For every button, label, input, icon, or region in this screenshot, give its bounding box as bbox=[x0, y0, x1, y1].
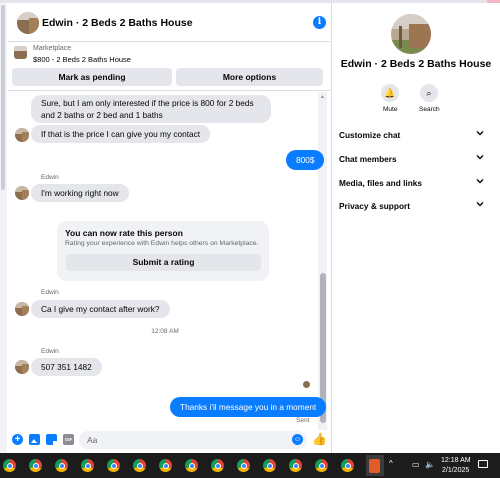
mute-button[interactable]: 🔔 bbox=[381, 84, 399, 102]
row-label: Media, files and links bbox=[339, 178, 422, 188]
avatar-post bbox=[399, 26, 402, 48]
chrome-icon[interactable] bbox=[185, 459, 198, 472]
chrome-icon[interactable] bbox=[55, 459, 68, 472]
chevron-down-icon bbox=[476, 202, 484, 207]
sent-status: Sent bbox=[296, 417, 310, 424]
row-label: Chat members bbox=[339, 154, 397, 164]
privacy-support-row[interactable]: Privacy & support bbox=[339, 200, 484, 214]
chrome-icon[interactable] bbox=[341, 459, 354, 472]
plus-icon[interactable]: + bbox=[12, 434, 23, 445]
message-timestamp: 12:08 AM bbox=[151, 328, 179, 335]
scroll-up-arrow-icon[interactable]: ▲ bbox=[320, 94, 325, 100]
left-scroll-strip[interactable] bbox=[0, 3, 7, 453]
submit-rating-button[interactable]: Submit a rating bbox=[66, 254, 261, 271]
chevron-down-icon bbox=[476, 155, 484, 160]
chat-members-row[interactable]: Chat members bbox=[339, 153, 484, 167]
avatar-fence bbox=[22, 306, 29, 316]
mark-as-pending-button[interactable]: Mark as pending bbox=[12, 68, 172, 86]
chrome-icon[interactable] bbox=[133, 459, 146, 472]
rating-card-subtitle: Rating your experience with Edwin helps … bbox=[65, 240, 259, 247]
marketplace-label: Marketplace bbox=[33, 45, 72, 52]
avatar[interactable] bbox=[15, 360, 29, 374]
avatar-fence bbox=[22, 132, 29, 142]
message-outgoing: 800$ bbox=[286, 150, 325, 170]
top-border-main bbox=[0, 0, 476, 3]
sticker-icon[interactable] bbox=[46, 434, 57, 445]
chrome-icon[interactable] bbox=[289, 459, 302, 472]
message-incoming: Ca I give my contact after work? bbox=[31, 300, 170, 318]
message-composer: + GIF ☺ 👍 bbox=[8, 430, 330, 450]
chrome-icon[interactable] bbox=[159, 459, 172, 472]
chrome-icon[interactable] bbox=[29, 459, 42, 472]
chrome-icon[interactable] bbox=[263, 459, 276, 472]
search-label: Search bbox=[419, 106, 440, 113]
message-outgoing: Thanks i'il message you in a moment bbox=[170, 397, 327, 417]
avatar-fence-panel bbox=[29, 18, 39, 34]
chrome-icon[interactable] bbox=[107, 459, 120, 472]
network-icon[interactable]: ▭ bbox=[412, 460, 420, 469]
seen-avatar bbox=[303, 381, 310, 388]
notification-icon[interactable] bbox=[478, 460, 488, 468]
like-icon[interactable]: 👍 bbox=[312, 432, 327, 446]
listing-thumbnail[interactable] bbox=[14, 46, 27, 59]
avatar-fence bbox=[22, 190, 29, 200]
search-button[interactable]: ⌕ bbox=[420, 84, 438, 102]
sender-name: Edwin bbox=[41, 289, 59, 296]
clock-date[interactable]: 2/1/2025 bbox=[442, 467, 469, 474]
tray-chevron-icon[interactable]: ^ bbox=[389, 459, 393, 468]
rating-card-title: You can now rate this person bbox=[65, 228, 183, 238]
app-icon[interactable] bbox=[369, 459, 380, 473]
media-files-links-row[interactable]: Media, files and links bbox=[339, 177, 484, 191]
avatar[interactable] bbox=[17, 12, 39, 34]
top-accent bbox=[487, 0, 500, 3]
customize-chat-row[interactable]: Customize chat bbox=[339, 129, 484, 143]
clock-time[interactable]: 12:18 AM bbox=[441, 457, 471, 464]
header-divider bbox=[8, 41, 330, 42]
avatar[interactable] bbox=[15, 128, 29, 142]
rating-card: You can now rate this person Rating your… bbox=[57, 221, 269, 281]
sender-name: Edwin bbox=[41, 348, 59, 355]
emoji-icon[interactable]: ☺ bbox=[292, 434, 303, 445]
bell-icon: 🔔 bbox=[384, 88, 396, 98]
message-incoming: If that is the price I can give you my c… bbox=[31, 125, 211, 143]
more-options-button[interactable]: More options bbox=[176, 68, 323, 86]
marketplace-divider bbox=[8, 90, 330, 91]
listing-thumbnail-sky bbox=[14, 46, 27, 51]
message-incoming: 507 351 1482 bbox=[31, 358, 102, 376]
message-incoming: Sure, but I am only interested if the pr… bbox=[31, 95, 271, 123]
search-icon: ⌕ bbox=[426, 88, 432, 98]
chevron-down-icon bbox=[476, 131, 484, 136]
row-label: Privacy & support bbox=[339, 201, 411, 211]
chrome-icon[interactable] bbox=[315, 459, 328, 472]
gif-icon[interactable]: GIF bbox=[63, 434, 74, 445]
left-scroll-thumb[interactable] bbox=[1, 5, 5, 190]
sender-name: Edwin bbox=[41, 174, 59, 181]
message-incoming: I'm working right now bbox=[31, 184, 129, 202]
listing-title[interactable]: $800 - 2 Beds 2 Baths House bbox=[33, 55, 131, 64]
avatar[interactable] bbox=[391, 14, 431, 54]
row-label: Customize chat bbox=[339, 130, 401, 140]
avatar[interactable] bbox=[15, 186, 29, 200]
chrome-icon[interactable] bbox=[211, 459, 224, 472]
chevron-down-icon bbox=[476, 179, 484, 184]
info-icon[interactable]: i bbox=[313, 16, 326, 29]
mute-label: Mute bbox=[383, 106, 398, 113]
top-border bbox=[0, 0, 500, 3]
chrome-icon[interactable] bbox=[81, 459, 94, 472]
chrome-icon[interactable] bbox=[3, 459, 16, 472]
message-input[interactable] bbox=[79, 431, 307, 449]
panel-title: Edwin · 2 Beds 2 Baths House bbox=[340, 58, 492, 70]
avatar-fence bbox=[22, 364, 29, 374]
volume-icon[interactable]: 🔈 bbox=[425, 460, 435, 469]
chat-header: Edwin · 2 Beds 2 Baths House i bbox=[8, 8, 326, 40]
avatar-fence bbox=[409, 24, 431, 48]
chat-title[interactable]: Edwin · 2 Beds 2 Baths House bbox=[42, 17, 193, 29]
avatar[interactable] bbox=[15, 302, 29, 316]
panel-divider bbox=[331, 3, 332, 453]
image-icon[interactable] bbox=[29, 434, 40, 445]
chrome-icon[interactable] bbox=[237, 459, 250, 472]
